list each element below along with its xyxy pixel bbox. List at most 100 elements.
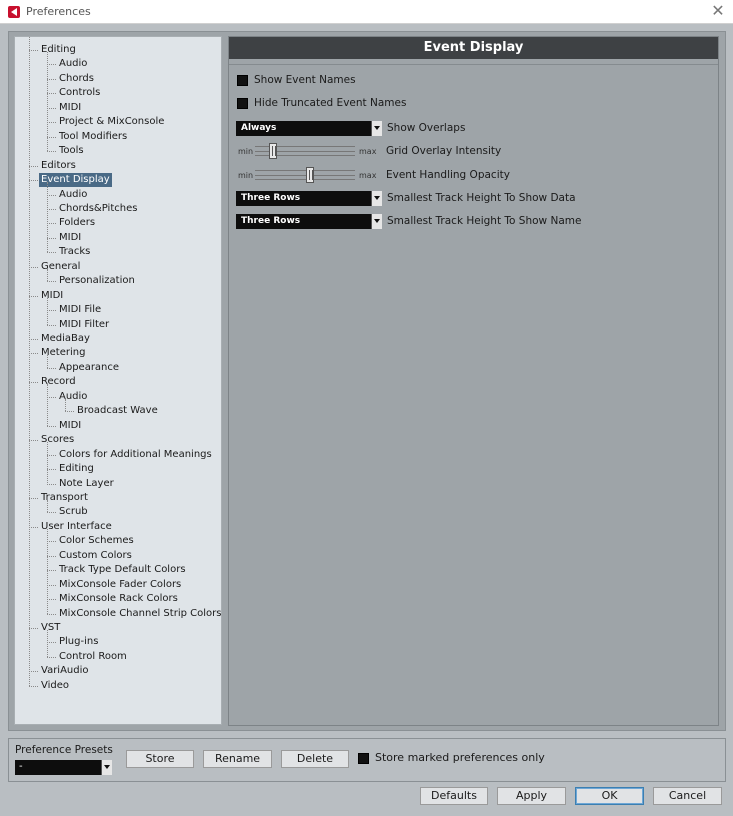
tree-item-label: Scrub bbox=[59, 506, 88, 518]
tree-connector bbox=[47, 52, 48, 152]
track-height-data-dropdown[interactable]: Three Rows bbox=[236, 191, 382, 206]
title-bar: Preferences ✕ bbox=[0, 0, 733, 24]
tree-item[interactable]: MixConsole Channel Strip Colors bbox=[15, 607, 221, 621]
tree-item[interactable]: Note Layer bbox=[15, 477, 221, 491]
tree-item[interactable]: Tool Modifiers bbox=[15, 130, 221, 144]
tree-item[interactable]: Plug-ins bbox=[15, 635, 221, 649]
event-handling-min-label: min bbox=[238, 171, 254, 180]
tree-item[interactable]: Track Type Default Colors bbox=[15, 563, 221, 577]
event-handling-slider-thumb[interactable] bbox=[305, 167, 314, 183]
tree-connector bbox=[47, 355, 48, 368]
tree-item-label: Audio bbox=[59, 58, 88, 70]
tree-item[interactable]: Editors bbox=[15, 159, 221, 173]
tree-item[interactable]: MixConsole Rack Colors bbox=[15, 592, 221, 606]
tree-item-label: Editing bbox=[59, 463, 94, 475]
tree-item[interactable]: User Interface bbox=[15, 520, 221, 534]
chevron-down-icon bbox=[371, 214, 382, 229]
tree-item-label: Editing bbox=[41, 44, 76, 55]
presets-value: - bbox=[19, 761, 23, 772]
track-height-data-label: Smallest Track Height To Show Data bbox=[387, 192, 576, 204]
tree-item[interactable]: MIDI File bbox=[15, 303, 221, 317]
store-marked-label: Store marked preferences only bbox=[375, 751, 545, 764]
tree-item[interactable]: Tracks bbox=[15, 245, 221, 259]
tree-item-label: Color Schemes bbox=[59, 535, 134, 547]
tree-connector bbox=[47, 630, 48, 657]
tree-item[interactable]: Audio bbox=[15, 390, 221, 404]
tree-item[interactable]: Scrub bbox=[15, 505, 221, 519]
tree-item[interactable]: Audio bbox=[15, 57, 221, 71]
tree-item-label: MixConsole Fader Colors bbox=[59, 578, 182, 590]
tree-item[interactable]: Editing bbox=[15, 43, 221, 57]
tree-item[interactable]: Controls bbox=[15, 86, 221, 100]
apply-button[interactable]: Apply bbox=[497, 787, 566, 805]
tree-item[interactable]: Broadcast Wave bbox=[15, 404, 221, 418]
tree-item-label: Note Layer bbox=[59, 477, 114, 489]
tree-item[interactable]: General bbox=[15, 260, 221, 274]
store-marked-checkbox[interactable] bbox=[358, 753, 369, 764]
event-handling-label: Event Handling Opacity bbox=[386, 169, 510, 181]
tree-item-label: Audio bbox=[59, 390, 88, 402]
tree-item[interactable]: MIDI bbox=[15, 231, 221, 245]
delete-button[interactable]: Delete bbox=[281, 750, 349, 768]
tree-item[interactable]: Chords bbox=[15, 72, 221, 86]
tree-item[interactable]: Record bbox=[15, 375, 221, 389]
tree-connector bbox=[47, 384, 48, 426]
rename-button[interactable]: Rename bbox=[203, 750, 272, 768]
tree-item-label: Video bbox=[41, 679, 70, 691]
tree-item-label: Project & MixConsole bbox=[59, 116, 165, 128]
track-height-data-value: Three Rows bbox=[241, 193, 301, 203]
tree-item-label: Custom Colors bbox=[59, 549, 132, 561]
tree-item[interactable]: VariAudio bbox=[15, 664, 221, 678]
tree-item-label: MixConsole Channel Strip Colors bbox=[59, 607, 222, 619]
tree-item[interactable]: Chords&Pitches bbox=[15, 202, 221, 216]
close-icon[interactable]: ✕ bbox=[709, 2, 727, 20]
tree-item-label: User Interface bbox=[41, 520, 112, 532]
tree-item-label: MixConsole Rack Colors bbox=[59, 593, 178, 605]
tree-item[interactable]: Editing bbox=[15, 462, 221, 476]
hide-truncated-checkbox[interactable] bbox=[237, 98, 248, 109]
preferences-tree[interactable]: Editing Audio Chords Controls MIDI Project & … bbox=[14, 36, 222, 725]
tree-item[interactable]: MixConsole Fader Colors bbox=[15, 578, 221, 592]
grid-overlay-slider[interactable] bbox=[255, 143, 355, 159]
show-event-names-checkbox[interactable] bbox=[237, 75, 248, 86]
tree-item[interactable]: Personalization bbox=[15, 274, 221, 288]
tree-item-label: Scores bbox=[41, 434, 75, 446]
tree-item[interactable]: MIDI Filter bbox=[15, 318, 221, 332]
show-event-names-label: Show Event Names bbox=[254, 74, 356, 86]
event-handling-slider[interactable] bbox=[255, 167, 355, 183]
show-overlaps-dropdown[interactable]: Always bbox=[236, 121, 382, 136]
tree-item[interactable]: Metering bbox=[15, 346, 221, 360]
tree-item[interactable]: Audio bbox=[15, 188, 221, 202]
settings-panel: Event Display Show Event Names Hide Trun… bbox=[228, 36, 719, 726]
cancel-button[interactable]: Cancel bbox=[653, 787, 722, 805]
tree-item[interactable]: Event Display bbox=[15, 173, 221, 188]
tree-connector bbox=[47, 182, 48, 253]
tree-item[interactable]: Video bbox=[15, 679, 221, 693]
tree-item[interactable]: MIDI bbox=[15, 289, 221, 303]
tree-item[interactable]: Colors for Additional Meanings bbox=[15, 448, 221, 462]
tree-item-label: MIDI bbox=[41, 289, 64, 301]
tree-item[interactable]: Scores bbox=[15, 433, 221, 447]
track-height-name-label: Smallest Track Height To Show Name bbox=[387, 215, 582, 227]
tree-item-label: Control Room bbox=[59, 650, 127, 662]
grid-overlay-slider-thumb[interactable] bbox=[268, 143, 277, 159]
tree-item[interactable]: Color Schemes bbox=[15, 534, 221, 548]
track-height-name-dropdown[interactable]: Three Rows bbox=[236, 214, 382, 229]
defaults-button[interactable]: Defaults bbox=[420, 787, 488, 805]
grid-overlay-max-label: max bbox=[359, 147, 377, 156]
tree-item[interactable]: Custom Colors bbox=[15, 549, 221, 563]
store-button[interactable]: Store bbox=[126, 750, 194, 768]
tree-item[interactable]: MediaBay bbox=[15, 332, 221, 346]
tree-item[interactable]: Appearance bbox=[15, 361, 221, 375]
tree-item[interactable]: MIDI bbox=[15, 101, 221, 115]
tree-item[interactable]: Folders bbox=[15, 216, 221, 230]
tree-item[interactable]: MIDI bbox=[15, 419, 221, 433]
app-logo-icon bbox=[8, 6, 20, 18]
tree-item[interactable]: Transport bbox=[15, 491, 221, 505]
tree-item[interactable]: Control Room bbox=[15, 650, 221, 664]
tree-item[interactable]: Project & MixConsole bbox=[15, 115, 221, 129]
ok-button[interactable]: OK bbox=[575, 787, 644, 805]
tree-item[interactable]: VST bbox=[15, 621, 221, 635]
tree-item[interactable]: Tools bbox=[15, 144, 221, 158]
presets-dropdown[interactable]: - bbox=[15, 760, 112, 775]
